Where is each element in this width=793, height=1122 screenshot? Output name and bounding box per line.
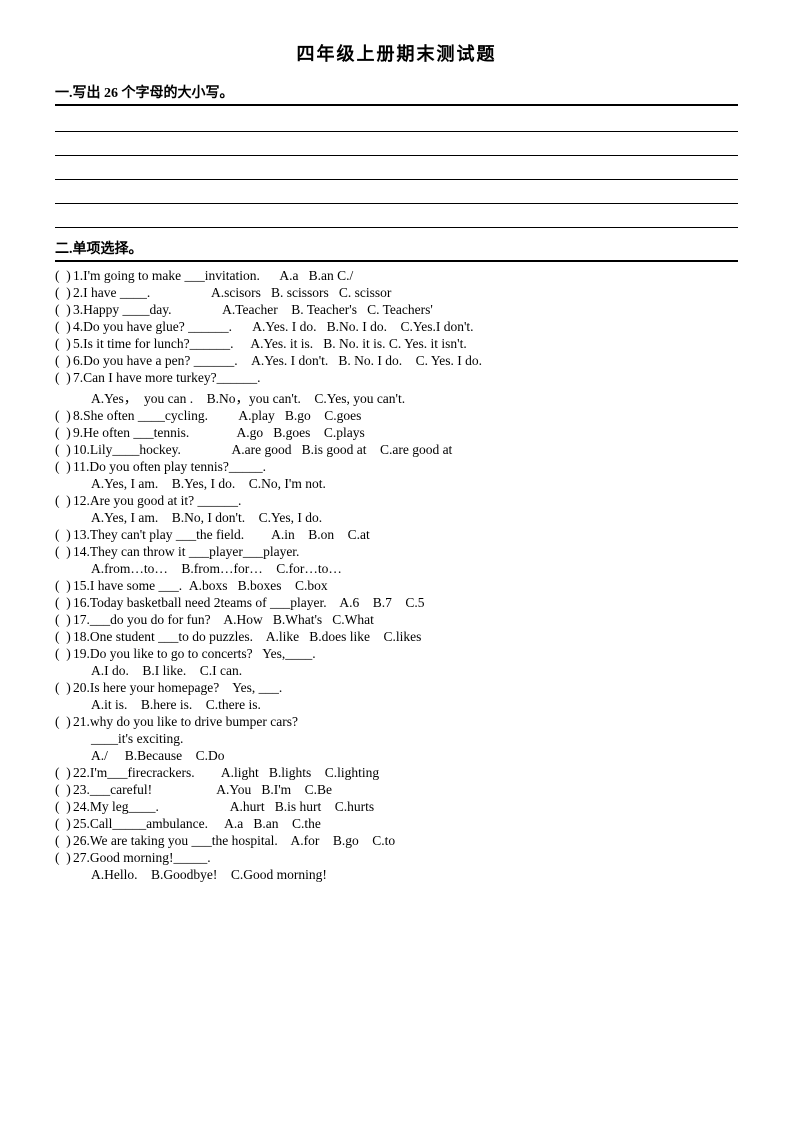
q-content: 8.She often ____cycling. A.play B.go C.g… — [73, 408, 738, 424]
table-row: ( ) 16.Today basketball need 2teams of _… — [55, 595, 738, 611]
page-title: 四年级上册期末测试题 — [55, 40, 738, 66]
q-content: 24.My leg____. A.hurt B.is hurt C.hurts — [73, 799, 738, 815]
questions-list: ( ) 1.I'm going to make ___invitation. A… — [55, 268, 738, 883]
q-content: 21.why do you like to drive bumper cars? — [73, 714, 738, 730]
q-bracket: ( ) — [55, 285, 73, 301]
q-content: 7.Can I have more turkey?______. — [73, 370, 738, 386]
q-content: 17.___do you do for fun? A.How B.What's … — [73, 612, 738, 628]
q-bracket: ( ) — [55, 629, 73, 645]
table-row: ( ) 5.Is it time for lunch?______. A.Yes… — [55, 336, 738, 352]
table-row: ( ) 10.Lily____hockey. A.are good B.is g… — [55, 442, 738, 458]
q-bracket: ( ) — [55, 459, 73, 475]
sub-options-21a: ____it's exciting. — [55, 731, 738, 747]
sub-options-20: A.it is. B.here is. C.there is. — [55, 697, 738, 713]
sub-options-12: A.Yes, I am. B.No, I don't. C.Yes, I do. — [55, 510, 738, 526]
q-bracket: ( ) — [55, 833, 73, 849]
q-content: 20.Is here your homepage? Yes, ___. — [73, 680, 738, 696]
q-bracket: ( ) — [55, 595, 73, 611]
table-row: ( ) 17.___do you do for fun? A.How B.Wha… — [55, 612, 738, 628]
table-row: ( ) 6.Do you have a pen? ______. A.Yes. … — [55, 353, 738, 369]
table-row: ( ) 22.I'm___firecrackers. A.light B.lig… — [55, 765, 738, 781]
table-row: ( ) 23.___careful! A.You B.I'm C.Be — [55, 782, 738, 798]
sub-options-21b: A./ B.Because C.Do — [55, 748, 738, 764]
sub-options-19: A.I do. B.I like. C.I can. — [55, 663, 738, 679]
q-content: 6.Do you have a pen? ______. A.Yes. I do… — [73, 353, 738, 369]
section1-header: 一.写出 26 个字母的大小写。 — [55, 82, 738, 106]
q-content: 16.Today basketball need 2teams of ___pl… — [73, 595, 738, 611]
q-content: 18.One student ___to do puzzles. A.like … — [73, 629, 738, 645]
table-row: ( ) 14.They can throw it ___player___pla… — [55, 544, 738, 560]
table-row: ( ) 9.He often ___tennis. A.go B.goes C.… — [55, 425, 738, 441]
sub-options-7: A.Yes， you can . B.No，you can't. C.Yes, … — [55, 387, 738, 407]
q-bracket: ( ) — [55, 850, 73, 866]
q-content: 5.Is it time for lunch?______. A.Yes. it… — [73, 336, 738, 352]
q-bracket: ( ) — [55, 336, 73, 352]
q-bracket: ( ) — [55, 816, 73, 832]
table-row: ( ) 26.We are taking you ___the hospital… — [55, 833, 738, 849]
q-content: 22.I'm___firecrackers. A.light B.lights … — [73, 765, 738, 781]
q-bracket: ( ) — [55, 612, 73, 628]
table-row: ( ) 4.Do you have glue? ______. A.Yes. I… — [55, 319, 738, 335]
q-content: 10.Lily____hockey. A.are good B.is good … — [73, 442, 738, 458]
table-row: ( ) 8.She often ____cycling. A.play B.go… — [55, 408, 738, 424]
q-bracket: ( ) — [55, 782, 73, 798]
table-row: ( ) 20.Is here your homepage? Yes, ___. — [55, 680, 738, 696]
q-bracket: ( ) — [55, 353, 73, 369]
q-bracket: ( ) — [55, 302, 73, 318]
sub-options-11: A.Yes, I am. B.Yes, I do. C.No, I'm not. — [55, 476, 738, 492]
q-bracket: ( ) — [55, 442, 73, 458]
q-bracket: ( ) — [55, 527, 73, 543]
table-row: ( ) 13.They can't play ___the field. A.i… — [55, 527, 738, 543]
table-row: ( ) 11.Do you often play tennis?_____. — [55, 459, 738, 475]
q-content: 14.They can throw it ___player___player. — [73, 544, 738, 560]
q-bracket: ( ) — [55, 544, 73, 560]
sub-options-27: A.Hello. B.Goodbye! C.Good morning! — [55, 867, 738, 883]
q-content: 26.We are taking you ___the hospital. A.… — [73, 833, 738, 849]
q-bracket: ( ) — [55, 646, 73, 662]
q-content: 23.___careful! A.You B.I'm C.Be — [73, 782, 738, 798]
q-bracket: ( ) — [55, 493, 73, 509]
table-row: ( ) 19.Do you like to go to concerts? Ye… — [55, 646, 738, 662]
q-content: 13.They can't play ___the field. A.in B.… — [73, 527, 738, 543]
q-content: 27.Good morning!_____. — [73, 850, 738, 866]
q-content: 9.He often ___tennis. A.go B.goes C.play… — [73, 425, 738, 441]
q-bracket: ( ) — [55, 714, 73, 730]
table-row: ( ) 21.why do you like to drive bumper c… — [55, 714, 738, 730]
table-row: ( ) 7.Can I have more turkey?______. — [55, 370, 738, 386]
table-row: ( ) 12.Are you good at it? ______. — [55, 493, 738, 509]
q-bracket: ( ) — [55, 765, 73, 781]
q-bracket: ( ) — [55, 680, 73, 696]
table-row: ( ) 24.My leg____. A.hurt B.is hurt C.hu… — [55, 799, 738, 815]
q-content: 4.Do you have glue? ______. A.Yes. I do.… — [73, 319, 738, 335]
q-bracket: ( ) — [55, 319, 73, 335]
table-row: ( ) 1.I'm going to make ___invitation. A… — [55, 268, 738, 284]
table-row: ( ) 27.Good morning!_____. — [55, 850, 738, 866]
q-content: 11.Do you often play tennis?_____. — [73, 459, 738, 475]
sub-options-14: A.from…to… B.from…for… C.for…to… — [55, 561, 738, 577]
table-row: ( ) 18.One student ___to do puzzles. A.l… — [55, 629, 738, 645]
q-content: 3.Happy ____day. A.Teacher B. Teacher's … — [73, 302, 738, 318]
table-row: ( ) 15.I have some ___. A.boxs B.boxes C… — [55, 578, 738, 594]
writing-lines — [55, 110, 738, 228]
q-content: 12.Are you good at it? ______. — [73, 493, 738, 509]
q-bracket: ( ) — [55, 425, 73, 441]
table-row: ( ) 25.Call_____ambulance. A.a B.an C.th… — [55, 816, 738, 832]
q-bracket: ( ) — [55, 370, 73, 386]
table-row: ( ) 2.I have ____. A.scisors B. scissors… — [55, 285, 738, 301]
section2-header: 二.单项选择。 — [55, 238, 738, 262]
q-content: 2.I have ____. A.scisors B. scissors C. … — [73, 285, 738, 301]
q-bracket: ( ) — [55, 799, 73, 815]
table-row: ( ) 3.Happy ____day. A.Teacher B. Teache… — [55, 302, 738, 318]
q-bracket: ( ) — [55, 578, 73, 594]
q-content: 15.I have some ___. A.boxs B.boxes C.box — [73, 578, 738, 594]
q-content: 19.Do you like to go to concerts? Yes,__… — [73, 646, 738, 662]
q-content: 25.Call_____ambulance. A.a B.an C.the — [73, 816, 738, 832]
q-content: 1.I'm going to make ___invitation. A.a B… — [73, 268, 738, 284]
q-bracket: ( ) — [55, 408, 73, 424]
q-bracket: ( ) — [55, 268, 73, 284]
